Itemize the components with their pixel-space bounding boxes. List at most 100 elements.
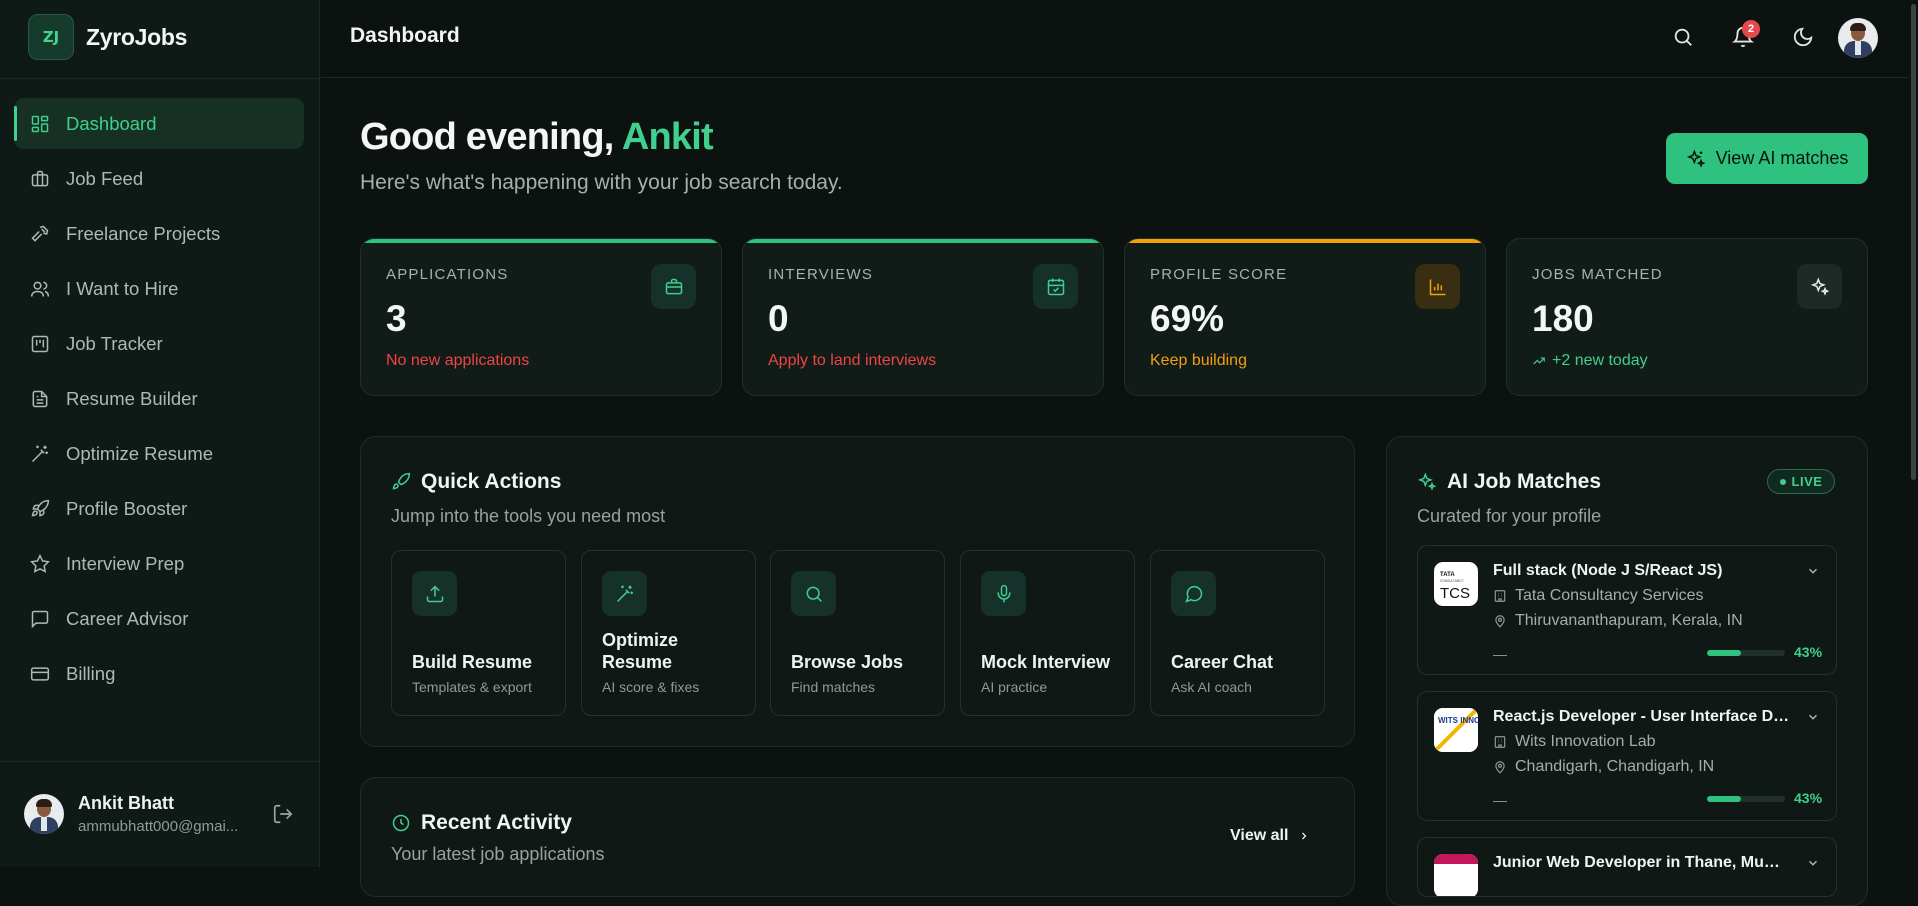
sidebar-item-freelance-projects[interactable]: Freelance Projects: [14, 208, 304, 259]
stat-value: 0: [768, 298, 789, 339]
recent-activity-title-text: Recent Activity: [421, 811, 572, 834]
user-name: Ankit Bhatt: [78, 793, 174, 813]
user-email: ammubhatt000@gmai...: [78, 818, 239, 835]
ai-job-matches-title-text: AI Job Matches: [1447, 470, 1602, 493]
sidebar-item-dashboard[interactable]: Dashboard: [14, 98, 304, 149]
sparkles-icon: [1417, 472, 1437, 491]
quick-actions-title: Quick Actions: [391, 470, 561, 494]
brand[interactable]: ZJ ZyroJobs: [28, 14, 187, 60]
dashboard-icon: [31, 115, 49, 132]
stat-icon-box: [1415, 264, 1460, 309]
sidebar-item-label: Job Feed: [66, 167, 144, 189]
stat-card-interviews: INTERVIEWS 0 Apply to land interviews: [742, 238, 1104, 396]
quick-action-icon-box: [1171, 571, 1216, 616]
match-bar: [1707, 796, 1785, 802]
sidebar-item-billing[interactable]: Billing: [14, 648, 304, 699]
quick-action-title: Build Resume: [412, 652, 533, 672]
quick-action-sub: Templates & export: [412, 679, 532, 695]
notification-badge: 2: [1742, 20, 1760, 38]
quick-action-career-chat[interactable]: Career Chat Ask AI coach: [1150, 550, 1325, 716]
quick-action-build-resume[interactable]: Build Resume Templates & export: [391, 550, 566, 716]
job-title: Full stack (Node J S/React JS): [1493, 562, 1723, 579]
quick-action-optimize-resume[interactable]: Optimize Resume AI score & fixes: [581, 550, 756, 716]
sidebar-item-label: Career Advisor: [66, 607, 189, 629]
sidebar-item-job-tracker[interactable]: Job Tracker: [14, 318, 304, 369]
sidebar-item-career-advisor[interactable]: Career Advisor: [14, 593, 304, 644]
credit-card-icon: [30, 666, 50, 681]
recent-activity-title: Recent Activity: [391, 811, 572, 835]
mic-icon: [996, 584, 1011, 602]
stat-label: APPLICATIONS: [386, 266, 509, 283]
sidebar-item-label: Resume Builder: [66, 387, 198, 409]
company-logo-text: TCS: [1440, 585, 1470, 602]
job-company-text: Tata Consultancy Services: [1515, 587, 1704, 604]
chevron-down-icon[interactable]: [1806, 564, 1820, 578]
quick-action-browse-jobs[interactable]: Browse Jobs Find matches: [770, 550, 945, 716]
bar-chart-icon: [1429, 279, 1445, 295]
job-match-item[interactable]: Junior Web Developer in Thane, Mumbai...: [1417, 837, 1837, 897]
sidebar-item-job-feed[interactable]: Job Feed: [14, 153, 304, 204]
quick-action-sub: Ask AI coach: [1171, 679, 1252, 695]
match-bar: [1707, 650, 1785, 656]
sidebar-item-optimize-resume[interactable]: Optimize Resume: [14, 428, 304, 479]
stat-sub: Keep building: [1150, 352, 1247, 370]
sidebar-item-label: Optimize Resume: [66, 442, 214, 464]
match-percent: 43%: [1794, 790, 1823, 806]
company-logo-text: WITS INNOVATION LAB: [1438, 716, 1478, 725]
chevron-down-icon[interactable]: [1806, 710, 1820, 724]
stat-icon-box: [651, 264, 696, 309]
job-match-item[interactable]: TATA CONSULTANCY TCS Full stack (Node J S/…: [1417, 545, 1837, 675]
job-salary: —: [1493, 792, 1507, 808]
greeting-prefix: Good evening,: [360, 116, 622, 158]
quick-action-sub: Find matches: [791, 679, 876, 695]
sidebar-item-label: Dashboard: [66, 112, 157, 134]
sidebar-divider: [0, 78, 320, 79]
quick-action-icon-box: [791, 571, 836, 616]
sidebar-item-label: Job Tracker: [66, 332, 163, 354]
stat-sub-text: Keep building: [1150, 352, 1247, 369]
job-salary: —: [1493, 646, 1507, 662]
job-location-text: Thiruvananthapuram, Kerala, IN: [1515, 612, 1743, 629]
sidebar-item-label: Interview Prep: [66, 552, 185, 574]
stat-label: PROFILE SCORE: [1150, 266, 1288, 283]
message-square-icon: [31, 610, 49, 628]
header-avatar[interactable]: [1838, 18, 1878, 58]
quick-action-title: Mock Interview: [981, 652, 1111, 672]
search-icon[interactable]: [1672, 26, 1694, 48]
match-bar-fill: [1707, 796, 1741, 802]
chat-bubble-icon: [1184, 585, 1202, 603]
stat-sub: Apply to land interviews: [768, 352, 936, 370]
logout-icon[interactable]: [272, 803, 294, 825]
sidebar-item-label: Freelance Projects: [66, 222, 221, 244]
moon-icon[interactable]: [1792, 26, 1814, 48]
quick-action-mock-interview[interactable]: Mock Interview AI practice: [960, 550, 1135, 716]
company-logo-wits: WITS INNOVATION LAB: [1434, 708, 1478, 752]
users-icon: [30, 281, 50, 297]
sidebar-item-profile-booster[interactable]: Profile Booster: [14, 483, 304, 534]
job-match-item[interactable]: WITS INNOVATION LAB React.js Developer -…: [1417, 691, 1837, 821]
ai-job-matches-title: AI Job Matches: [1417, 470, 1601, 494]
stat-sub: +2 new today: [1532, 352, 1648, 370]
kanban-icon: [31, 335, 49, 352]
stat-value: 69%: [1150, 298, 1225, 339]
chevron-down-icon[interactable]: [1806, 856, 1820, 870]
job-company: Tata Consultancy Services: [1493, 587, 1704, 605]
user-profile[interactable]: Ankit Bhatt ammubhatt000@gmai...: [24, 793, 238, 835]
search-icon: [806, 586, 822, 602]
job-location: Chandigarh, Chandigarh, IN: [1493, 758, 1714, 776]
view-all-button[interactable]: View all: [1230, 827, 1310, 845]
stat-value: 3: [386, 298, 407, 339]
sidebar-item-resume-builder[interactable]: Resume Builder: [14, 373, 304, 424]
stat-sub-text: +2 new today: [1552, 352, 1648, 369]
file-text-icon: [32, 390, 48, 407]
match-percent: 43%: [1794, 644, 1823, 660]
stat-accent-bar: [361, 239, 721, 243]
quick-action-icon-box: [602, 571, 647, 616]
sidebar-item-interview-prep[interactable]: Interview Prep: [14, 538, 304, 589]
scrollbar-thumb[interactable]: [1911, 4, 1916, 480]
stat-sub-text: No new applications: [386, 352, 530, 369]
live-badge: LIVE: [1767, 469, 1835, 494]
view-ai-matches-button[interactable]: View AI matches: [1666, 133, 1868, 184]
sidebar-item-i-want-to-hire[interactable]: I Want to Hire: [14, 263, 304, 314]
company-logo-tcs: TATA CONSULTANCY TCS: [1434, 562, 1478, 606]
